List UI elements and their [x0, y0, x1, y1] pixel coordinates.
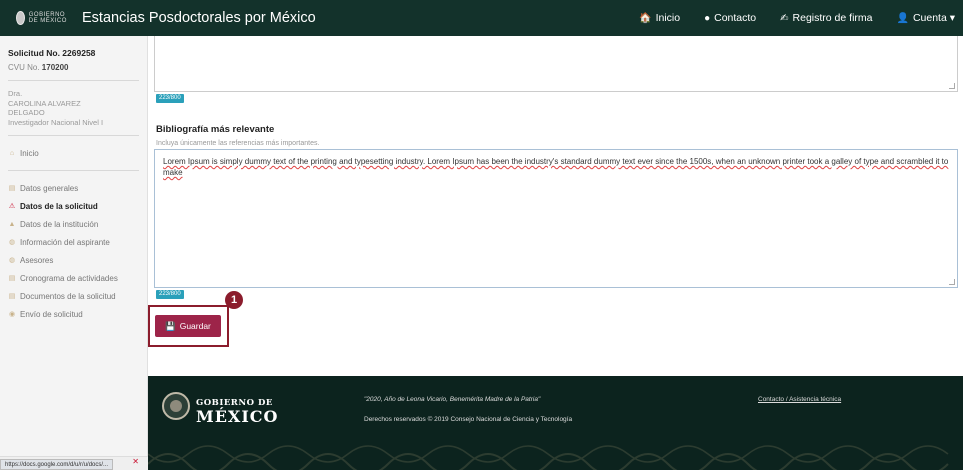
- divider: [8, 135, 139, 136]
- home-icon: ⌂: [9, 149, 15, 157]
- sidebar-item-documentos[interactable]: ▤ Documentos de la solicitud: [8, 287, 139, 305]
- warning-icon: ⚠: [8, 203, 16, 210]
- footer-rights: Derechos reservados © 2019 Consejo Nacio…: [364, 416, 573, 423]
- nav-label: Registro de firma: [792, 12, 873, 24]
- top-nav: 🏠 Inicio ● Contacto ✍ Registro de firma 👤 Cu…: [639, 0, 955, 36]
- logo-wordmark: GOBIERNO DE MÉXICO: [28, 12, 67, 24]
- main-content: 223/800 Bibliografía más relevante Inclu…: [148, 36, 963, 376]
- applicant-level: Investigador Nacional Nivel I: [8, 117, 104, 127]
- sidebar: Solicitud No. 2269258 CVU No. 170200 Dra…: [0, 36, 148, 470]
- sidebar-item-label: Documentos de la solicitud: [20, 291, 116, 301]
- step-badge: 1: [225, 291, 243, 309]
- sidebar-item-informacion-aspirante[interactable]: ◍ Información del aspirante: [8, 233, 139, 251]
- char-counter: 223/800: [156, 290, 184, 299]
- seal-icon: [16, 11, 25, 25]
- divider: [8, 170, 139, 171]
- sidebar-item-inicio[interactable]: ⌂ Inicio: [8, 144, 139, 162]
- nav-label: Contacto: [714, 12, 757, 24]
- sidebar-item-label: Datos de la solicitud: [20, 201, 98, 211]
- footer: GOBIERNO DE MÉXICO "2020, Año de Leona V…: [148, 376, 963, 470]
- cvu-value: 170200: [41, 63, 69, 72]
- nav-label: Inicio: [655, 12, 681, 24]
- save-label: Guardar: [179, 321, 211, 331]
- previous-textarea[interactable]: [154, 36, 958, 92]
- sidebar-item-label: Información del aspirante: [20, 237, 110, 247]
- people-icon: ◍: [8, 239, 16, 246]
- top-navbar: GOBIERNO DE MÉXICO Estancias Posdoctoral…: [0, 0, 963, 36]
- sidebar-item-envio[interactable]: ◉ Envío de solicitud: [8, 305, 139, 323]
- calendar-icon: ▤: [8, 275, 16, 282]
- sidebar-item-datos-generales[interactable]: ▤ Datos generales: [8, 179, 139, 197]
- nav-contacto[interactable]: ● Contacto: [704, 12, 756, 24]
- sidebar-item-datos-solicitud[interactable]: ⚠ Datos de la solicitud: [8, 197, 139, 215]
- footer-quote: "2020, Año de Leona Vicario, Benemérita …: [364, 396, 541, 403]
- gobierno-mexico-logo[interactable]: GOBIERNO DE MÉXICO: [16, 10, 72, 26]
- sidebar-item-label: Cronograma de actividades: [20, 273, 118, 283]
- applicant-name-1: CAROLINA ALVAREZ: [8, 98, 81, 108]
- nav-cuenta[interactable]: 👤 Cuenta ▾: [897, 12, 956, 24]
- sidebar-item-label: Asesores: [20, 255, 54, 265]
- section-title: Bibliografía más relevante: [156, 124, 275, 135]
- send-icon: ◉: [8, 311, 16, 318]
- chat-icon: ●: [704, 12, 711, 24]
- request-number: Solicitud No. 2269258: [8, 48, 96, 58]
- bibliography-text: Lorem Ipsum is simply dummy text of the …: [163, 157, 949, 177]
- divider: [8, 80, 139, 81]
- app-title[interactable]: Estancias Posdoctorales por México: [82, 10, 316, 26]
- nav-label: Cuenta ▾: [912, 12, 955, 24]
- file-icon: ▤: [8, 293, 16, 300]
- footer-logo-line2: MÉXICO: [196, 407, 279, 426]
- cvu-label: CVU No.: [8, 63, 40, 72]
- sidebar-item-label: Inicio: [20, 148, 39, 158]
- sidebar-item-label: Envío de solicitud: [20, 309, 83, 319]
- close-icon[interactable]: ✕: [132, 457, 139, 466]
- resize-handle-icon[interactable]: [949, 83, 955, 89]
- cvu-number: CVU No. 170200: [8, 63, 139, 72]
- nav-registro-firma[interactable]: ✍ Registro de firma: [780, 12, 872, 24]
- applicant-info: Dra. CAROLINA ALVAREZ DELGADO Investigad…: [8, 89, 139, 127]
- status-bar-url: https://docs.google.com/d/u/r/u/docs/...: [0, 459, 114, 470]
- save-icon: 💾: [165, 320, 176, 331]
- contact-support-link[interactable]: Contacto / Asistencia técnica: [758, 396, 841, 403]
- applicant-name-2: DELGADO: [8, 108, 45, 117]
- signature-icon: ✍: [780, 12, 789, 24]
- sidebar-item-label: Datos de la institución: [20, 219, 99, 229]
- government-seal-icon: [162, 392, 190, 420]
- user-icon: 👤: [896, 12, 909, 24]
- sidebar-item-asesores[interactable]: ◍ Asesores: [8, 251, 139, 269]
- save-button[interactable]: 💾 Guardar: [155, 315, 221, 337]
- resize-handle-icon[interactable]: [949, 279, 955, 285]
- advisors-icon: ◍: [8, 257, 16, 264]
- document-icon: ▤: [8, 185, 16, 192]
- sidebar-item-cronograma[interactable]: ▤ Cronograma de actividades: [8, 269, 139, 287]
- footer-pattern: [148, 445, 949, 470]
- sidebar-item-label: Datos generales: [20, 183, 79, 193]
- applicant-title: Dra.: [8, 89, 23, 98]
- section-hint: Incluya únicamente las referencias más i…: [156, 140, 320, 147]
- char-counter: 223/800: [156, 94, 184, 103]
- home-icon: 🏠: [639, 12, 652, 24]
- nav-inicio[interactable]: 🏠 Inicio: [639, 12, 680, 24]
- institution-icon: ▲: [8, 220, 16, 228]
- sidebar-item-datos-institucion[interactable]: ▲ Datos de la institución: [8, 215, 139, 233]
- bibliography-textarea[interactable]: Lorem Ipsum is simply dummy text of the …: [154, 149, 958, 288]
